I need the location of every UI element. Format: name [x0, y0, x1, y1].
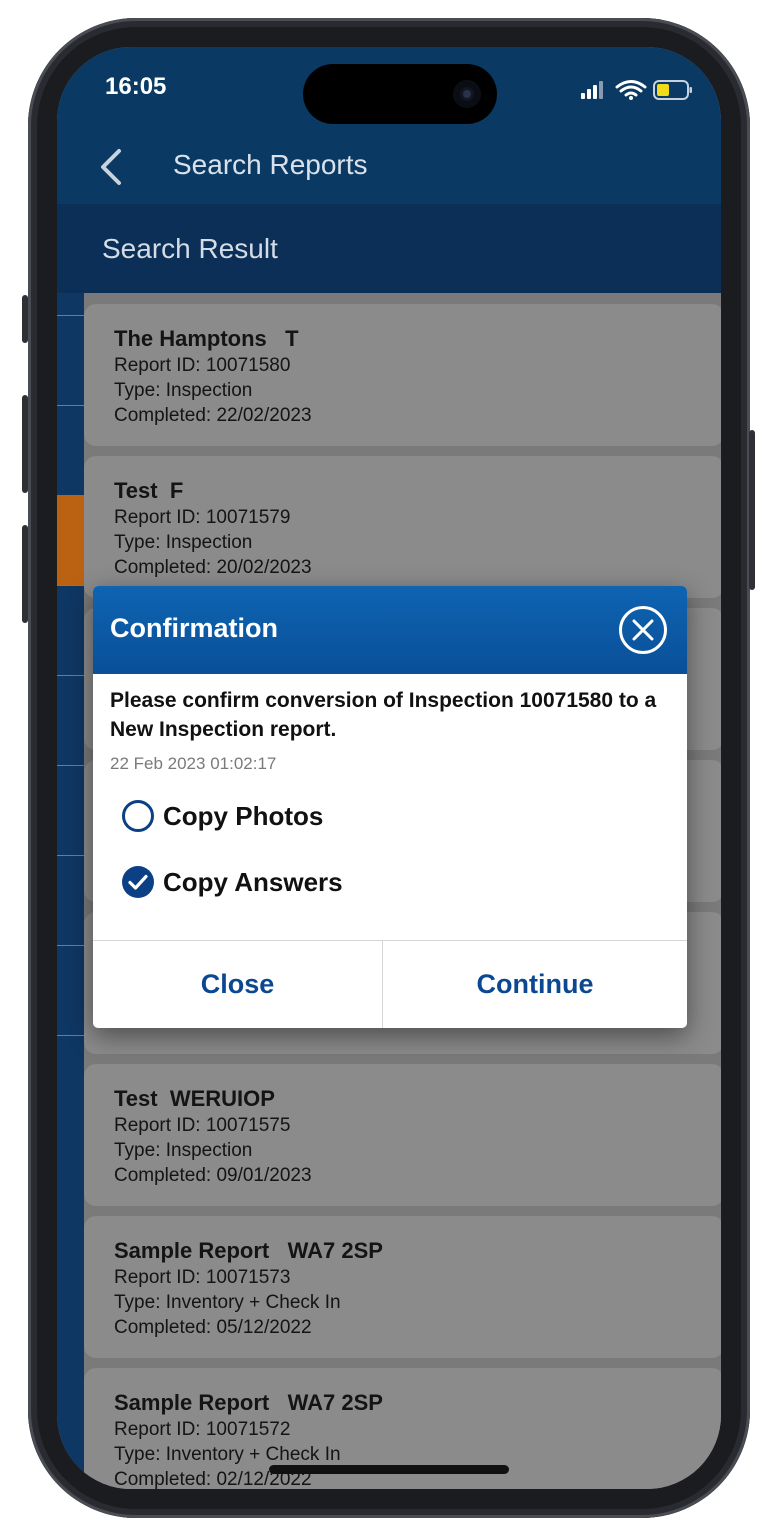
report-card[interactable]: Sample Report WA7 2SP Report ID: 1007157… — [84, 1216, 721, 1358]
wifi-icon — [615, 80, 647, 97]
dialog-title: Confirmation — [110, 613, 278, 643]
dialog-date: 22 Feb 2023 01:02:17 — [110, 754, 277, 773]
report-id: Report ID: 10071579 — [114, 507, 291, 528]
cellular-signal-icon — [581, 81, 603, 99]
report-type: Type: Inventory + Check In — [114, 1292, 341, 1313]
report-card[interactable]: The Hamptons T Report ID: 10071580 Type:… — [84, 304, 721, 446]
report-completed: Completed: 09/01/2023 — [114, 1165, 312, 1186]
copy-photos-option[interactable]: Copy Photos — [121, 799, 341, 835]
radio-unchecked-icon[interactable] — [121, 799, 155, 833]
copy-answers-label: Copy Answers — [163, 867, 343, 897]
side-strip — [57, 293, 84, 1489]
side-strip-active — [57, 495, 84, 585]
copy-answers-option[interactable]: Copy Answers — [121, 865, 361, 901]
confirmation-dialog: Confirmation Please confirm conversion o… — [93, 586, 687, 1028]
report-completed: Completed: 22/02/2023 — [114, 405, 312, 426]
report-title: Sample Report WA7 2SP — [114, 1390, 383, 1415]
report-type: Type: Inspection — [114, 1140, 253, 1161]
report-title: Test F — [114, 478, 184, 503]
search-result-heading: Search Result — [102, 233, 278, 264]
checkmark-circle-icon[interactable] — [121, 865, 155, 899]
report-card[interactable]: Test WERUIOP Report ID: 10071575 Type: I… — [84, 1064, 721, 1206]
dialog-message: Please confirm conversion of Inspection … — [110, 689, 657, 741]
report-id: Report ID: 10071573 — [114, 1267, 291, 1288]
battery-icon — [653, 80, 692, 100]
chevron-left-icon[interactable] — [97, 147, 127, 187]
report-title: Sample Report WA7 2SP — [114, 1238, 383, 1263]
volume-up-button — [22, 395, 28, 493]
report-type: Type: Inventory + Check In — [114, 1444, 341, 1465]
camera-icon — [453, 80, 481, 108]
status-icons — [581, 80, 692, 100]
report-card[interactable]: Test F Report ID: 10071579 Type: Inspect… — [84, 456, 721, 598]
copy-photos-label: Copy Photos — [163, 801, 324, 831]
report-id: Report ID: 10071580 — [114, 355, 291, 376]
report-type: Type: Inspection — [114, 380, 253, 401]
home-indicator[interactable] — [269, 1465, 509, 1474]
report-title: Test WERUIOP — [114, 1086, 275, 1111]
status-time: 16:05 — [105, 73, 167, 100]
nav-title: Search Reports — [173, 149, 368, 180]
report-completed: Completed: 20/02/2023 — [114, 557, 312, 578]
power-button — [749, 430, 755, 590]
report-completed: Completed: 05/12/2022 — [114, 1317, 312, 1338]
report-id: Report ID: 10071572 — [114, 1419, 291, 1440]
mute-switch — [22, 295, 28, 343]
report-title: The Hamptons T — [114, 326, 299, 351]
close-circle-icon[interactable] — [618, 605, 668, 655]
continue-button[interactable]: Continue — [383, 941, 687, 1028]
report-id: Report ID: 10071575 — [114, 1115, 291, 1136]
report-type: Type: Inspection — [114, 532, 253, 553]
dynamic-island — [303, 64, 497, 124]
close-button[interactable]: Close — [93, 941, 382, 1028]
volume-down-button — [22, 525, 28, 623]
